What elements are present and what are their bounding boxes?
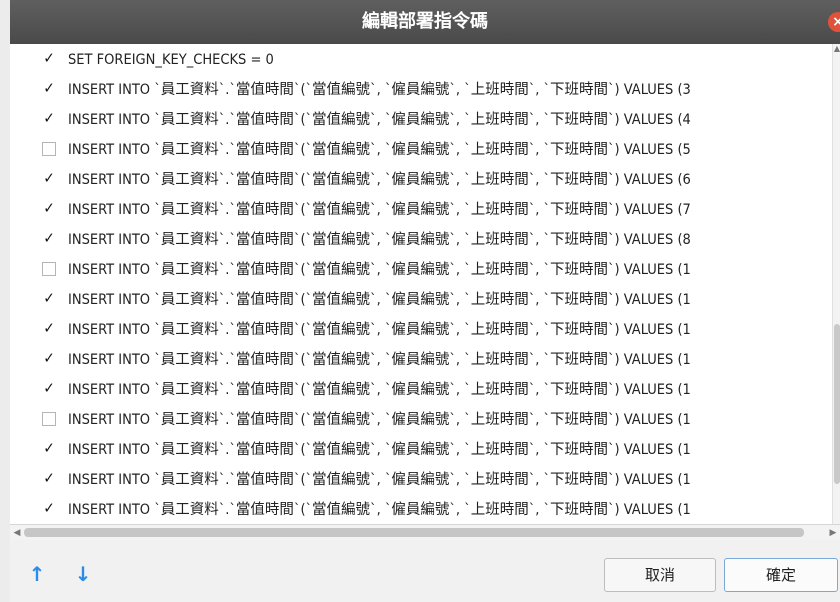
list-item[interactable]: ✓ INSERT INTO `員工資料`.`當值時間`(`當值編號`, `僱員編號…	[10, 165, 832, 195]
row-checkbox[interactable]: ✓	[42, 291, 56, 306]
sql-statement-text: INSERT INTO `員工資料`.`當值時間`(`當值編號`, `僱員編號`…	[68, 472, 691, 488]
scroll-right-arrow-icon[interactable]: ▶	[826, 525, 840, 541]
sql-statement-text: INSERT INTO `員工資料`.`當值時間`(`當值編號`, `僱員編號`…	[68, 322, 691, 338]
list-item[interactable]: ✓ INSERT INTO `員工資料`.`當值時間`(`當值編號`, `僱員編號…	[10, 465, 832, 495]
sql-statement-text: INSERT INTO `員工資料`.`當值時間`(`當值編號`, `僱員編號`…	[68, 82, 691, 98]
sql-statement-text: INSERT INTO `員工資料`.`當值時間`(`當值編號`, `僱員編號`…	[68, 232, 691, 248]
list-item[interactable]: ✓ INSERT INTO `員工資料`.`當值時間`(`當值編號`, `僱員編號…	[10, 75, 832, 105]
list-item[interactable]: ✓ INSERT INTO `員工資料`.`當值時間`(`當值編號`, `僱員編號…	[10, 195, 832, 225]
list-item[interactable]: ✓ INSERT INTO `員工資料`.`當值時間`(`當值編號`, `僱員編號…	[10, 435, 832, 465]
sql-statement-text: SET FOREIGN_KEY_CHECKS = 0	[68, 52, 274, 68]
arrow-down-icon[interactable]: ↓	[73, 564, 93, 584]
sql-statement-text: INSERT INTO `員工資料`.`當值時間`(`當值編號`, `僱員編號`…	[68, 442, 691, 458]
row-checkbox[interactable]: ✓	[42, 51, 56, 66]
scroll-left-arrow-icon[interactable]: ◀	[10, 525, 24, 541]
script-statement-list: ✓ SET FOREIGN_KEY_CHECKS = 0 ✓ INSERT INTO …	[10, 44, 832, 524]
row-checkbox[interactable]: ✓	[42, 171, 56, 186]
row-checkbox[interactable]: ✓	[42, 321, 56, 336]
list-item[interactable]: ✓ INSERT INTO `員工資料`.`當值時間`(`當值編號`, `僱員編號…	[10, 225, 832, 255]
row-checkbox[interactable]: ✓	[42, 111, 56, 126]
row-checkbox[interactable]: ✓	[42, 501, 56, 516]
horizontal-scrollbar[interactable]: ◀ ▶	[10, 524, 840, 541]
list-item[interactable]: ✓ INSERT INTO `員工資料`.`當值時間`(`當值編號`, `僱員編號…	[10, 495, 832, 524]
list-item[interactable]: INSERT INTO `員工資料`.`當值時間`(`當值編號`, `僱員編號`…	[10, 405, 832, 435]
sql-statement-text: INSERT INTO `員工資料`.`當值時間`(`當值編號`, `僱員編號`…	[68, 172, 691, 188]
arrow-up-icon[interactable]: ↑	[27, 564, 47, 584]
list-item[interactable]: INSERT INTO `員工資料`.`當值時間`(`當值編號`, `僱員編號`…	[10, 135, 832, 165]
row-checkbox[interactable]: ✓	[42, 381, 56, 396]
vertical-scrollbar[interactable]: ▲	[832, 44, 840, 524]
close-icon[interactable]: ×	[828, 12, 840, 32]
list-item[interactable]: ✓ SET FOREIGN_KEY_CHECKS = 0	[10, 45, 832, 75]
row-checkbox[interactable]: ✓	[42, 351, 56, 366]
dialog-title: 編輯部署指令碼	[362, 11, 488, 32]
sql-statement-text: INSERT INTO `員工資料`.`當值時間`(`當值編號`, `僱員編號`…	[68, 502, 691, 518]
sql-statement-text: INSERT INTO `員工資料`.`當值時間`(`當值編號`, `僱員編號`…	[68, 382, 691, 398]
row-checkbox[interactable]: ✓	[42, 441, 56, 456]
sql-statement-text: INSERT INTO `員工資料`.`當值時間`(`當值編號`, `僱員編號`…	[68, 142, 691, 158]
list-item[interactable]: ✓ INSERT INTO `員工資料`.`當值時間`(`當值編號`, `僱員編號…	[10, 285, 832, 315]
sql-statement-text: INSERT INTO `員工資料`.`當值時間`(`當值編號`, `僱員編號`…	[68, 202, 691, 218]
list-item[interactable]: ✓ INSERT INTO `員工資料`.`當值時間`(`當值編號`, `僱員編號…	[10, 105, 832, 135]
list-item[interactable]: ✓ INSERT INTO `員工資料`.`當值時間`(`當值編號`, `僱員編號…	[10, 345, 832, 375]
list-item[interactable]: ✓ INSERT INTO `員工資料`.`當值時間`(`當值編號`, `僱員編號…	[10, 375, 832, 405]
row-checkbox[interactable]	[42, 262, 56, 276]
sql-statement-text: INSERT INTO `員工資料`.`當值時間`(`當值編號`, `僱員編號`…	[68, 112, 691, 128]
ok-button[interactable]: 確定	[724, 558, 838, 592]
row-checkbox[interactable]	[42, 142, 56, 156]
horizontal-scroll-thumb[interactable]	[24, 528, 804, 537]
row-checkbox[interactable]: ✓	[42, 231, 56, 246]
sql-statement-text: INSERT INTO `員工資料`.`當值時間`(`當值編號`, `僱員編號`…	[68, 352, 691, 368]
scroll-up-arrow-icon[interactable]: ▲	[833, 44, 840, 54]
row-checkbox[interactable]	[42, 412, 56, 426]
list-item[interactable]: ✓ INSERT INTO `員工資料`.`當值時間`(`當值編號`, `僱員編號…	[10, 315, 832, 345]
row-checkbox[interactable]: ✓	[42, 81, 56, 96]
sql-statement-text: INSERT INTO `員工資料`.`當值時間`(`當值編號`, `僱員編號`…	[68, 292, 691, 308]
deploy-script-dialog: 編輯部署指令碼 × ✓ SET FOREIGN_KEY_CHECKS = 0 ✓ IN…	[10, 0, 840, 602]
vertical-scroll-thumb[interactable]	[834, 324, 840, 484]
row-checkbox[interactable]: ✓	[42, 201, 56, 216]
row-checkbox[interactable]: ✓	[42, 471, 56, 486]
sql-statement-text: INSERT INTO `員工資料`.`當值時間`(`當值編號`, `僱員編號`…	[68, 412, 691, 428]
sql-statement-text: INSERT INTO `員工資料`.`當值時間`(`當值編號`, `僱員編號`…	[68, 262, 691, 278]
cancel-button[interactable]: 取消	[604, 558, 716, 592]
dialog-footer: ↑ ↓ 取消 確定	[10, 540, 840, 602]
dialog-titlebar: 編輯部署指令碼 ×	[10, 0, 840, 44]
list-item[interactable]: INSERT INTO `員工資料`.`當值時間`(`當值編號`, `僱員編號`…	[10, 255, 832, 285]
